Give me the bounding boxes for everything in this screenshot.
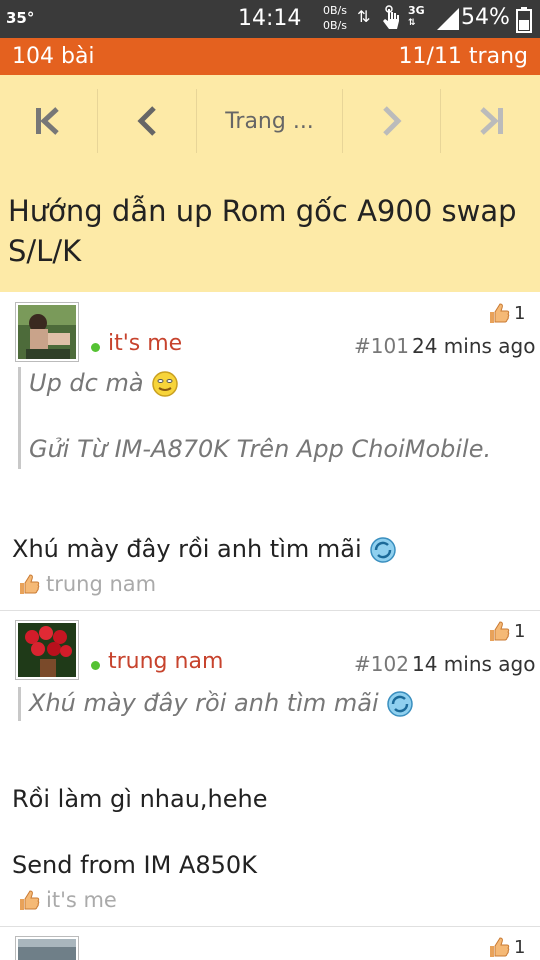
like-count: 1 — [514, 620, 526, 642]
thread-title: Hướng dẫn up Rom gốc A900 swap S/L/K — [8, 194, 517, 268]
avatar[interactable] — [15, 620, 79, 680]
spinning-emoticon-icon — [387, 691, 414, 717]
username[interactable]: trung nam — [108, 649, 223, 674]
online-indicator — [91, 343, 100, 352]
thumbs-up-icon — [490, 937, 510, 957]
battery-icon — [516, 7, 532, 37]
quote-text: Xhú mày đây rồi anh tìm mãi — [29, 689, 379, 717]
online-indicator — [91, 661, 100, 670]
battery-percent: 54% — [461, 5, 510, 30]
clock: 14:14 — [238, 6, 302, 31]
post-time: 14 mins ago — [412, 652, 536, 676]
post-body-line: Rồi làm gì nhau,hehe — [12, 785, 268, 813]
thread-info-bar: 104 bài 11/11 trang — [0, 38, 540, 75]
touch-icon — [380, 5, 402, 35]
like-count: 1 — [514, 302, 526, 324]
chevron-left-icon — [137, 106, 156, 136]
network-type: 3G ⇅ — [408, 4, 425, 28]
status-bar: 35° 14:14 0B/s 0B/s ⇅ 3G ⇅ 54% — [0, 0, 540, 38]
spinning-emoticon-icon — [370, 537, 397, 563]
temperature: 35° — [6, 9, 35, 27]
page-select-label: Trang ... — [225, 108, 314, 134]
page-select-button[interactable]: Trang ... — [197, 87, 342, 155]
network-speed: 0B/s 0B/s — [323, 3, 347, 33]
like-button[interactable]: 1 — [488, 620, 525, 642]
network-type-label: 3G — [408, 4, 425, 17]
liked-by-name: it's me — [46, 888, 117, 912]
posts-count: 104 bài — [12, 44, 95, 69]
last-page-button[interactable] — [441, 87, 540, 155]
like-button[interactable]: 1 — [488, 936, 525, 958]
like-button[interactable]: 1 — [488, 302, 525, 324]
last-page-icon — [479, 107, 503, 135]
post-101: it's me #101 24 mins ago 1 Up dc mà Gửi … — [0, 292, 540, 610]
quote-text: Up dc mà — [29, 369, 144, 397]
first-page-button[interactable] — [0, 87, 96, 155]
avatar[interactable] — [15, 302, 79, 362]
quote-block: Xhú mày đây rồi anh tìm mãi — [18, 687, 414, 721]
signal-icon — [437, 8, 459, 34]
thread-title-section: Hướng dẫn up Rom gốc A900 swap S/L/K — [0, 167, 540, 292]
quote-signature: Gửi Từ IM-A870K Trên App ChoiMobile. — [29, 435, 492, 463]
post-time: 24 mins ago — [412, 334, 536, 358]
thumbs-up-icon — [20, 574, 40, 594]
chevron-right-icon — [382, 106, 402, 136]
post-body-line: Send from IM A850K — [12, 851, 257, 879]
quote-block: Up dc mà Gửi Từ IM-A870K Trên App ChoiMo… — [18, 367, 491, 469]
pager-nav: Trang ... — [0, 75, 540, 167]
post-body: Xhú mày đây rồi anh tìm mãi — [12, 533, 397, 565]
smiley-icon — [152, 371, 178, 397]
post-number[interactable]: #102 — [354, 652, 409, 676]
prev-page-button[interactable] — [98, 87, 196, 155]
post-number[interactable]: #101 — [354, 334, 409, 358]
username[interactable]: it's me — [108, 331, 182, 356]
net-up: 0B/s — [323, 4, 347, 17]
thumbs-up-icon — [20, 890, 40, 910]
first-page-icon — [36, 107, 59, 135]
thumbs-up-icon — [490, 303, 510, 323]
liked-by[interactable]: it's me — [18, 888, 117, 912]
liked-by[interactable]: trung nam — [18, 572, 156, 596]
post-body: Rồi làm gì nhau,hehe Send from IM A850K — [12, 783, 268, 881]
like-count: 1 — [514, 936, 526, 958]
post-body-text: Xhú mày đây rồi anh tìm mãi — [12, 535, 362, 563]
net-down: 0B/s — [323, 19, 347, 32]
data-transfer-icon: ⇅ — [357, 7, 371, 26]
post-102: trung nam #102 14 mins ago 1 Xhú mày đây… — [0, 610, 540, 926]
page-info: 11/11 trang — [398, 44, 528, 69]
next-page-button[interactable] — [343, 87, 440, 155]
thumbs-up-icon — [490, 621, 510, 641]
liked-by-name: trung nam — [46, 572, 157, 596]
post-103: 1 — [0, 926, 540, 960]
avatar[interactable] — [15, 936, 79, 960]
